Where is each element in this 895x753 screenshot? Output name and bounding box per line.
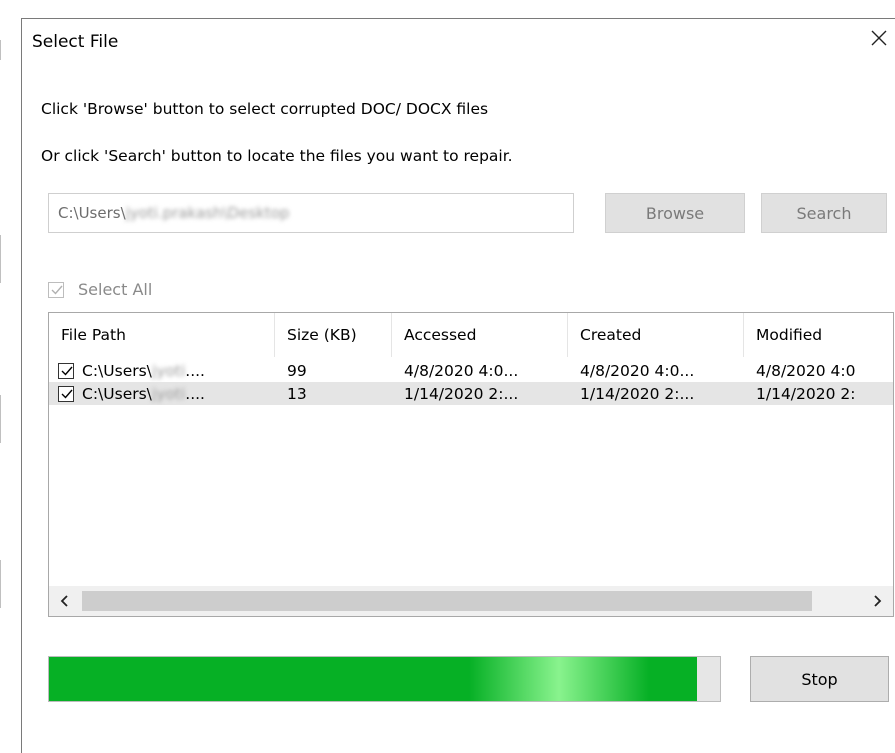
column-created[interactable]: Created [568,313,744,357]
file-list: File Path Size (KB) Accessed Created Mod… [48,312,894,617]
dialog-title: Select File [32,32,119,52]
row-modified: 4/8/2020 4:0 [756,361,856,380]
progress-bar [48,656,721,702]
close-button[interactable] [867,25,891,51]
row-file-path: C:\Users\ jyoti.... [58,359,272,382]
select-file-dialog: Select File Click 'Browse' button to sel… [21,18,895,753]
row-created: 1/14/2020 2:... [580,384,695,403]
check-icon [51,285,63,295]
table-row[interactable]: C:\Users\ jyoti.... 13 1/14/2020 2:... 1/… [49,382,893,405]
search-button[interactable]: Search [761,193,887,233]
check-icon [61,366,73,376]
column-modified[interactable]: Modified [744,313,893,357]
scrollbar-thumb[interactable] [82,591,812,611]
table-row[interactable]: C:\Users\ jyoti.... 99 4/8/2020 4:0... 4/… [49,359,893,382]
close-icon [871,30,887,46]
path-blurred: jyoti.prakash\Desktop [125,204,290,222]
stop-button[interactable]: Stop [750,656,889,702]
instruction-search: Or click 'Search' button to locate the f… [41,147,513,165]
column-file-path[interactable]: File Path [49,313,275,357]
select-all-label: Select All [78,280,153,299]
row-created: 4/8/2020 4:0... [580,361,695,380]
folder-path-input[interactable]: C:\Users\ jyoti.prakash\Desktop [48,193,574,233]
select-all-checkbox[interactable]: Select All [48,280,152,299]
instruction-browse: Click 'Browse' button to select corrupte… [41,100,489,118]
browse-button[interactable]: Browse [605,193,745,233]
chevron-right-icon [874,595,882,607]
scroll-right-button[interactable] [861,586,893,616]
scroll-left-button[interactable] [49,586,81,616]
row-accessed: 4/8/2020 4:0... [404,361,519,380]
file-list-header: File Path Size (KB) Accessed Created Mod… [49,313,893,357]
progress-glow [469,657,649,701]
row-accessed: 1/14/2020 2:... [404,384,519,403]
row-checkbox[interactable] [58,362,74,379]
progress-fill [49,657,697,701]
row-modified: 1/14/2020 2: [756,384,856,403]
horizontal-scrollbar[interactable] [49,586,893,616]
chevron-left-icon [60,595,68,607]
row-checkbox[interactable] [58,385,74,402]
path-prefix: C:\Users\ [58,204,126,222]
row-size: 99 [287,361,307,380]
row-size: 13 [287,384,307,403]
check-icon [61,389,73,399]
row-file-path: C:\Users\ jyoti.... [58,382,272,405]
column-size[interactable]: Size (KB) [275,313,392,357]
select-all-box [48,281,64,298]
column-accessed[interactable]: Accessed [392,313,568,357]
